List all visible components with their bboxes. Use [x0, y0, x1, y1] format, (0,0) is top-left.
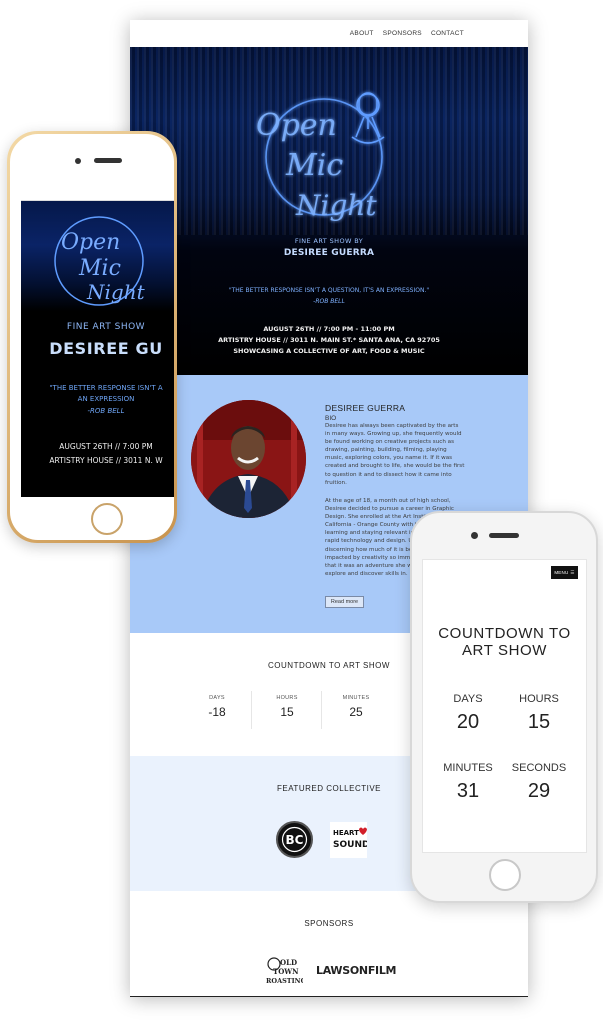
old-town-text-3: ROASTING [266, 977, 303, 985]
hero-artist-name: DESIREE GUERRA [283, 248, 375, 258]
lawsonfilm-logo[interactable]: LAWSONFILM [316, 964, 397, 977]
phone-artist-name: DESIREE GU [49, 339, 163, 358]
phone-countdown-seconds: SECONDS 29 [504, 762, 574, 803]
top-nav: ABOUT SPONSORS CONTACT [130, 20, 528, 47]
menu-button[interactable]: MENU ☰ [551, 566, 578, 579]
sponsors-section: SPONSORS OLD TOWN ROASTING LAWSONFILM [130, 891, 528, 997]
old-town-text-1: OLD [280, 958, 297, 967]
countdown-hours: HOURS 15 [252, 695, 322, 719]
hero-address: ARTISTRY HOUSE // 3011 N. MAIN ST.* SANT… [218, 336, 440, 344]
phone-address: ARTISTRY HOUSE // 3011 N. W [49, 456, 163, 465]
phone-date: AUGUST 26TH // 7:00 PM [59, 442, 153, 451]
bc-collective-logo[interactable]: BC [276, 821, 313, 858]
hero-quote-author: -ROB BELL [313, 298, 345, 305]
countdown-minutes: MINUTES 25 [321, 695, 391, 719]
phone-seconds-label: SECONDS [511, 762, 567, 774]
camera-icon [75, 158, 81, 164]
gold-phone-mockup: Open Mic Night FINE ART SHOW DESIREE GU … [7, 131, 177, 543]
nav-contact-link[interactable]: CONTACT [431, 30, 464, 37]
bio-paragraph-1: Desiree has always been captivated by th… [325, 423, 465, 486]
phone-hours-label: HOURS [519, 693, 559, 705]
phone-logo-word-mic: Mic [78, 256, 121, 281]
heart-icon [359, 827, 367, 835]
menu-label: MENU [554, 570, 569, 575]
countdown-hours-value: 15 [280, 705, 294, 719]
phone-logo-word-open: Open [61, 230, 120, 255]
phone-countdown-title-line-1: COUNTDOWN TO [438, 625, 571, 642]
hero-showcase: SHOWCASING A COLLECTIVE OF ART, FOOD & M… [233, 347, 425, 355]
phone-quote-line-1: "THE BETTER RESPONSE ISN'T A [49, 384, 163, 392]
countdown-days-value: -18 [208, 705, 226, 719]
nav-sponsors-link[interactable]: SPONSORS [383, 30, 422, 37]
bc-logo-text: BC [286, 833, 304, 847]
phone-countdown-minutes: MINUTES 31 [433, 762, 503, 803]
hero-date: AUGUST 26TH // 7:00 PM - 11:00 PM [263, 325, 395, 333]
phone-minutes-value: 31 [456, 780, 480, 802]
open-mic-night-neon-logo: Open Mic Night [54, 216, 146, 306]
bio-label: BIO [325, 415, 337, 422]
heart-sound-logo[interactable]: HEART SOUND [330, 822, 369, 858]
sound-logo-text: SOUND [333, 840, 367, 850]
home-button[interactable] [91, 503, 123, 535]
open-mic-night-neon-logo: Open Mic Night [256, 92, 385, 222]
white-phone-screen: MENU ☰ COUNTDOWN TO ART SHOW DAYS 20 HOU… [422, 559, 587, 853]
countdown-days: DAYS -18 [182, 695, 252, 719]
countdown-days-label: DAYS [209, 695, 225, 701]
old-town-roasting-logo[interactable]: OLD TOWN ROASTING [265, 955, 303, 987]
artist-photo [191, 400, 306, 518]
gold-phone-body: Open Mic Night FINE ART SHOW DESIREE GU … [10, 134, 174, 540]
old-town-text-2: TOWN [273, 967, 299, 976]
heart-logo-text: HEART [333, 829, 359, 837]
countdown-hours-label: HOURS [276, 695, 298, 701]
phone-countdown-hours: HOURS 15 [504, 693, 574, 734]
white-phone-mockup: MENU ☰ COUNTDOWN TO ART SHOW DAYS 20 HOU… [410, 511, 598, 903]
speaker-icon [489, 533, 519, 538]
speaker-icon [94, 158, 122, 163]
logo-word-mic: Mic [285, 148, 343, 183]
phone-header [21, 179, 174, 201]
hero-section: Open Mic Night FINE ART SHOW BY DESIREE … [130, 47, 528, 375]
countdown-minutes-label: MINUTES [342, 695, 370, 701]
countdown-minutes-value: 25 [349, 705, 363, 719]
home-button[interactable] [489, 859, 521, 891]
phone-quote-line-2: AN EXPRESSION [77, 395, 135, 403]
sponsors-title: SPONSORS [304, 919, 354, 928]
phone-subtitle: FINE ART SHOW [66, 322, 146, 332]
phone-minutes-label: MINUTES [443, 762, 493, 774]
hero-quote: "THE BETTER RESPONSE ISN'T A QUESTION, I… [228, 287, 430, 294]
read-more-button[interactable]: Read more [325, 596, 364, 608]
phone-logo-word-night: Night [86, 280, 146, 304]
phone-hours-value: 15 [527, 711, 551, 733]
logo-word-night: Night [295, 189, 377, 222]
phone-countdown-title-line-2: ART SHOW [461, 642, 548, 659]
hero-subtitle: FINE ART SHOW BY [294, 237, 364, 245]
gold-phone-screen: Open Mic Night FINE ART SHOW DESIREE GU … [21, 179, 174, 497]
hamburger-icon: ☰ [570, 569, 575, 575]
phone-countdown-title: COUNTDOWN TO ART SHOW [423, 625, 586, 659]
phone-quote-author: -ROB BELL [87, 407, 125, 415]
phone-days-value: 20 [456, 711, 480, 733]
phone-seconds-value: 29 [527, 780, 551, 802]
logo-word-open: Open [256, 108, 337, 143]
phone-countdown-days: DAYS 20 [433, 693, 503, 734]
nav-about-link[interactable]: ABOUT [350, 30, 374, 37]
phone-hero: Open Mic Night [21, 201, 174, 311]
phone-days-label: DAYS [453, 693, 483, 705]
bio-artist-name: DESIREE GUERRA [325, 403, 406, 413]
camera-icon [471, 532, 478, 539]
